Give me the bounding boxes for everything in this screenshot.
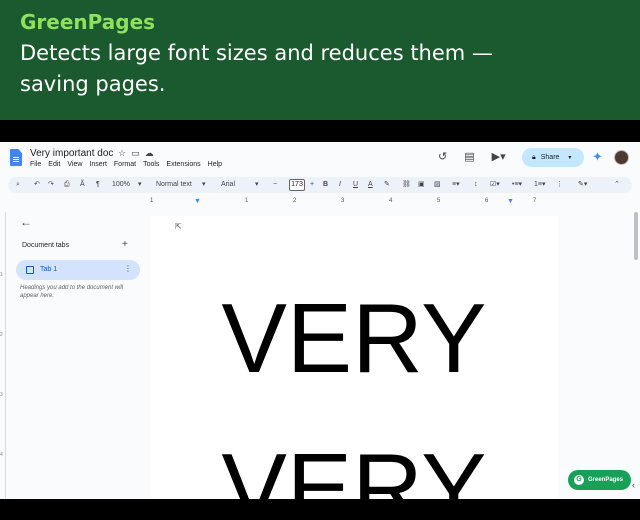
mouse-cursor-icon: ⇱ [175,222,182,231]
font-chevron-icon[interactable]: ▾ [255,179,259,191]
vruler-number: 3 [0,392,3,398]
ruler-number: 1 [150,198,154,204]
add-tab-icon[interactable]: + [122,239,128,250]
underline-icon[interactable]: U [353,179,358,191]
image-insert-icon[interactable]: ▨ [434,179,441,191]
menu-format[interactable]: Format [114,161,136,168]
text-color-icon[interactable]: A [368,179,373,191]
italic-icon[interactable]: I [339,179,341,191]
screenshot-root: GreenPages Detects large font sizes and … [0,0,640,520]
style-select[interactable]: Normal text [156,179,192,191]
print-icon[interactable]: ⎙ [64,179,70,191]
ruler-number: 2 [293,198,297,204]
bulleted-list-icon[interactable]: •≡▾ [512,179,522,191]
zoom-chevron-icon[interactable]: ▾ [138,179,142,191]
ruler-number: 6 [485,198,489,204]
numbered-list-icon[interactable]: 1≡▾ [534,179,546,191]
docs-window: Very important doc ☆ ▭ ☁ File Edit View … [0,142,640,499]
docs-logo-icon[interactable] [10,149,22,166]
vruler-number: 2 [0,332,3,338]
horizontal-ruler[interactable]: 1 ▼ 1 2 3 4 5 6 ▼ 7 [150,197,560,207]
cloud-status-icon[interactable]: ☁ [145,148,154,159]
font-size-decrease-button[interactable]: − [273,179,277,191]
banner-subtitle: Detects large font sizes and reduces the… [20,41,493,96]
ruler-number: 5 [437,198,441,204]
docs-titlebar: Very important doc ☆ ▭ ☁ File Edit View … [0,142,640,174]
redo-icon[interactable]: ↷ [48,179,54,191]
document-tabs-heading: Document tabs [22,242,70,249]
collapse-toolbar-icon[interactable]: ⌃ [614,179,620,191]
folder-move-icon[interactable]: ▭ [131,148,140,159]
chevron-down-icon[interactable]: ▾ [568,154,571,161]
font-select[interactable]: Arial [221,179,235,191]
document-page[interactable]: ⇱ VERY VERY [150,216,558,499]
history-icon[interactable]: ↺ [438,150,447,163]
menu-view[interactable]: View [67,161,82,168]
title-icons: ☆ ▭ ☁ [118,148,154,159]
gemini-sparkle-icon[interactable]: ✦ [592,150,603,164]
comment-add-icon[interactable]: ▣ [418,179,425,191]
share-label: Share [540,154,560,161]
link-icon[interactable]: ⛓ [402,179,411,191]
back-arrow-icon[interactable]: ← [20,215,32,229]
more-options-icon[interactable]: ⋮ [556,179,563,191]
doc-title[interactable]: Very important doc [30,148,113,159]
menu-extensions[interactable]: Extensions [166,161,200,168]
bold-icon[interactable]: B [323,179,328,191]
vertical-ruler: 1 2 3 4 [0,212,6,499]
undo-icon[interactable]: ↶ [34,179,40,191]
ruler-number: 7 [533,198,537,204]
page-text-line: VERY [221,433,487,499]
outline-hint: Headings you add to the document will ap… [20,285,124,299]
chevron-left-icon[interactable]: ‹ [632,480,635,490]
right-indent-marker-icon[interactable]: ▼ [507,198,514,205]
greenpages-logo-icon: G [574,475,584,485]
sidebar-item-tab-1[interactable]: Tab 1 ⋮ [16,260,140,280]
comments-icon[interactable]: ▤ [464,150,474,163]
star-icon[interactable]: ☆ [118,148,126,159]
share-button[interactable]: 🔒︎ Share ▾ [522,148,584,167]
avatar[interactable] [614,150,629,165]
letterbox-bar-top [0,120,640,142]
letterbox-bar-bottom [0,499,640,520]
page-text-line: VERY [221,283,487,393]
menu-insert[interactable]: Insert [89,161,107,168]
menu-file[interactable]: File [30,161,41,168]
ruler-number: 4 [389,198,393,204]
tab-doc-icon [26,266,34,274]
line-spacing-icon[interactable]: ↕ [474,179,478,191]
checklist-icon[interactable]: ☑▾ [490,179,500,191]
ruler-number: 1 [245,198,249,204]
promo-banner: GreenPages Detects large font sizes and … [0,0,640,120]
indent-marker-icon[interactable]: ▼ [194,198,201,205]
font-size-input[interactable]: 173 [289,179,305,191]
meet-icon[interactable]: ▶▾ [492,150,506,163]
font-size-increase-button[interactable]: + [310,179,314,191]
lock-icon: 🔒︎ [532,153,536,161]
vruler-number: 4 [0,452,3,458]
tab-label: Tab 1 [40,266,58,273]
menu-edit[interactable]: Edit [48,161,60,168]
header-actions: ↺ ▤ ▶▾ [438,150,506,163]
scrollbar[interactable] [634,212,638,260]
menu-bar: File Edit View Insert Format Tools Exten… [30,161,222,168]
ruler-number: 3 [341,198,345,204]
vruler-number: 1 [0,272,3,278]
paint-format-icon[interactable]: ¶ [96,179,100,191]
more-vert-icon[interactable]: ⋮ [124,264,132,273]
highlight-icon[interactable]: ✎ [384,179,390,191]
menu-help[interactable]: Help [208,161,222,168]
greenpages-extension-button[interactable]: G GreenPages [568,470,631,490]
editing-mode-icon[interactable]: ✎▾ [578,179,587,191]
menu-tools[interactable]: Tools [143,161,159,168]
banner-title: GreenPages [20,10,156,34]
extension-badge-label: GreenPages [588,477,624,483]
zoom-select[interactable]: 100% [112,179,130,191]
spellcheck-icon[interactable]: Ã [80,179,85,191]
search-menus-icon[interactable]: ⌕ [16,179,20,191]
align-icon[interactable]: ≡▾ [452,179,460,191]
style-chevron-icon[interactable]: ▾ [202,179,206,191]
formatting-toolbar: ⌕ ↶ ↷ ⎙ Ã ¶ 100% ▾ Normal text ▾ Arial ▾… [8,177,632,193]
